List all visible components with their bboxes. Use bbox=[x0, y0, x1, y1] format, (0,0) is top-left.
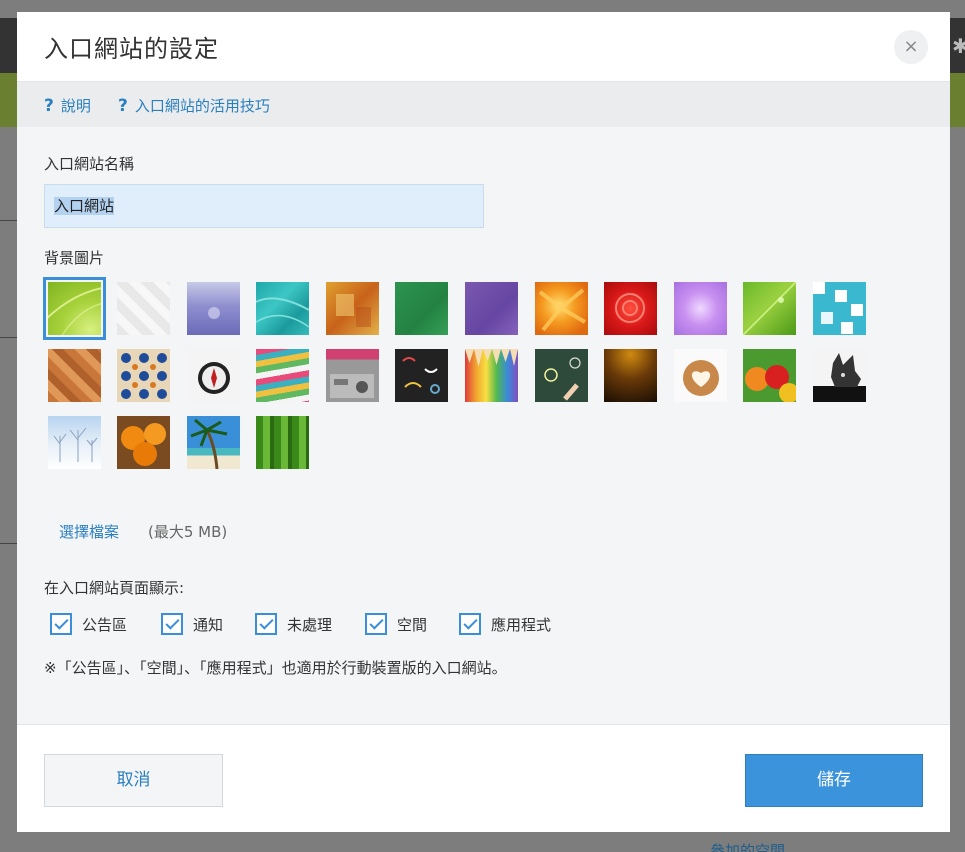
close-button[interactable]: × bbox=[894, 30, 928, 64]
checkbox-spaces[interactable]: 空間 bbox=[365, 613, 427, 635]
help-link[interactable]: ? 說明 bbox=[44, 95, 91, 116]
background-thumb-red-carnation[interactable] bbox=[604, 282, 657, 335]
dialog-header: 入口網站的設定 × bbox=[17, 12, 950, 82]
background-thumb-teal-blocks[interactable] bbox=[813, 282, 866, 335]
close-icon: × bbox=[903, 36, 919, 57]
checkbox-apps[interactable]: 應用程式 bbox=[459, 613, 551, 635]
checkbox-checked-icon bbox=[50, 613, 72, 635]
max-size-hint: (最大5 MB) bbox=[148, 523, 228, 541]
portal-name-value: 入口網站 bbox=[54, 197, 115, 215]
checkbox-bulletin[interactable]: 公告區 bbox=[50, 613, 127, 635]
background-thumb-pumpkins[interactable] bbox=[117, 416, 170, 469]
question-icon: ? bbox=[44, 96, 54, 116]
background-thumb-teal-ripple[interactable] bbox=[256, 282, 309, 335]
background-thumb-purple-orchid[interactable] bbox=[674, 282, 727, 335]
mobile-note: ※「公告區」、「空間」、「應用程式」也適用於行動裝置版的入口網站。 bbox=[44, 659, 507, 677]
checkbox-pending[interactable]: 未處理 bbox=[255, 613, 332, 635]
checkbox-notifications[interactable]: 通知 bbox=[161, 613, 223, 635]
tips-link[interactable]: ? 入口網站的活用技巧 bbox=[118, 95, 270, 116]
background-divider bbox=[0, 220, 17, 221]
background-thumb-green-leaf[interactable] bbox=[743, 282, 796, 335]
checkbox-checked-icon bbox=[161, 613, 183, 635]
background-thumb-latte-art[interactable] bbox=[674, 349, 727, 402]
background-thumb-green-fabric[interactable] bbox=[395, 282, 448, 335]
portal-name-input[interactable]: 入口網站 bbox=[44, 184, 484, 228]
background-thumb-french-bulldog[interactable] bbox=[813, 349, 866, 402]
background-thumb-dark-amber[interactable] bbox=[604, 349, 657, 402]
portal-settings-dialog: 入口網站的設定 × ? 說明 ? 入口網站的活用技巧 入口網站名稱 入口網站 背景圖… bbox=[17, 12, 950, 832]
background-divider bbox=[0, 337, 17, 338]
portal-name-label: 入口網站名稱 bbox=[44, 155, 135, 173]
display-options-label: 在入口網站頁面顯示: bbox=[44, 579, 185, 597]
background-thumb-orange-lily[interactable] bbox=[535, 282, 588, 335]
dialog-title: 入口網站的設定 bbox=[44, 35, 219, 63]
dialog-footer: 取消 儲存 bbox=[17, 724, 950, 832]
background-thumb-white-diamonds[interactable] bbox=[117, 282, 170, 335]
background-thumb-green-arc[interactable] bbox=[43, 277, 106, 340]
background-thumb-orange-grunge[interactable] bbox=[326, 282, 379, 335]
help-bar: ? 說明 ? 入口網站的活用技巧 bbox=[17, 82, 950, 127]
background-thumb-colored-pencils[interactable] bbox=[465, 349, 518, 402]
background-thumb-snowy-trees[interactable] bbox=[48, 416, 101, 469]
background-thumb-colored-books[interactable] bbox=[256, 349, 309, 402]
background-thumb-lavender-blur[interactable] bbox=[187, 282, 240, 335]
background-thumb-compass[interactable] bbox=[187, 349, 240, 402]
background-thumb-moroccan-tiles[interactable] bbox=[117, 349, 170, 402]
background-divider bbox=[0, 543, 17, 544]
cancel-button[interactable]: 取消 bbox=[44, 754, 223, 807]
dialog-content: 入口網站名稱 入口網站 背景圖片 選擇檔案 (最大5 MB) 在入口網站頁面顯示… bbox=[17, 127, 950, 724]
background-thumb-chalk-doodles[interactable] bbox=[395, 349, 448, 402]
background-thumb-office-desk[interactable] bbox=[326, 349, 379, 402]
choose-file-link[interactable]: 選擇檔案 bbox=[59, 521, 119, 542]
tips-link-label: 入口網站的活用技巧 bbox=[134, 97, 270, 115]
checkbox-checked-icon bbox=[365, 613, 387, 635]
background-link: 參加的空間 bbox=[710, 842, 786, 852]
background-thumb-palm-beach[interactable] bbox=[187, 416, 240, 469]
save-button[interactable]: 儲存 bbox=[745, 754, 923, 807]
background-thumb-wood-herringbone[interactable] bbox=[48, 349, 101, 402]
help-link-label: 說明 bbox=[60, 97, 91, 115]
background-thumb-lightbulb-chalkboard[interactable] bbox=[535, 349, 588, 402]
background-image-label: 背景圖片 bbox=[44, 249, 105, 267]
background-thumb-bamboo[interactable] bbox=[256, 416, 309, 469]
background-thumb-peppers[interactable] bbox=[743, 349, 796, 402]
question-icon: ? bbox=[118, 96, 128, 116]
gear-icon: ✱ bbox=[952, 34, 965, 58]
background-thumb-purple-fabric[interactable] bbox=[465, 282, 518, 335]
checkbox-checked-icon bbox=[459, 613, 481, 635]
checkbox-checked-icon bbox=[255, 613, 277, 635]
